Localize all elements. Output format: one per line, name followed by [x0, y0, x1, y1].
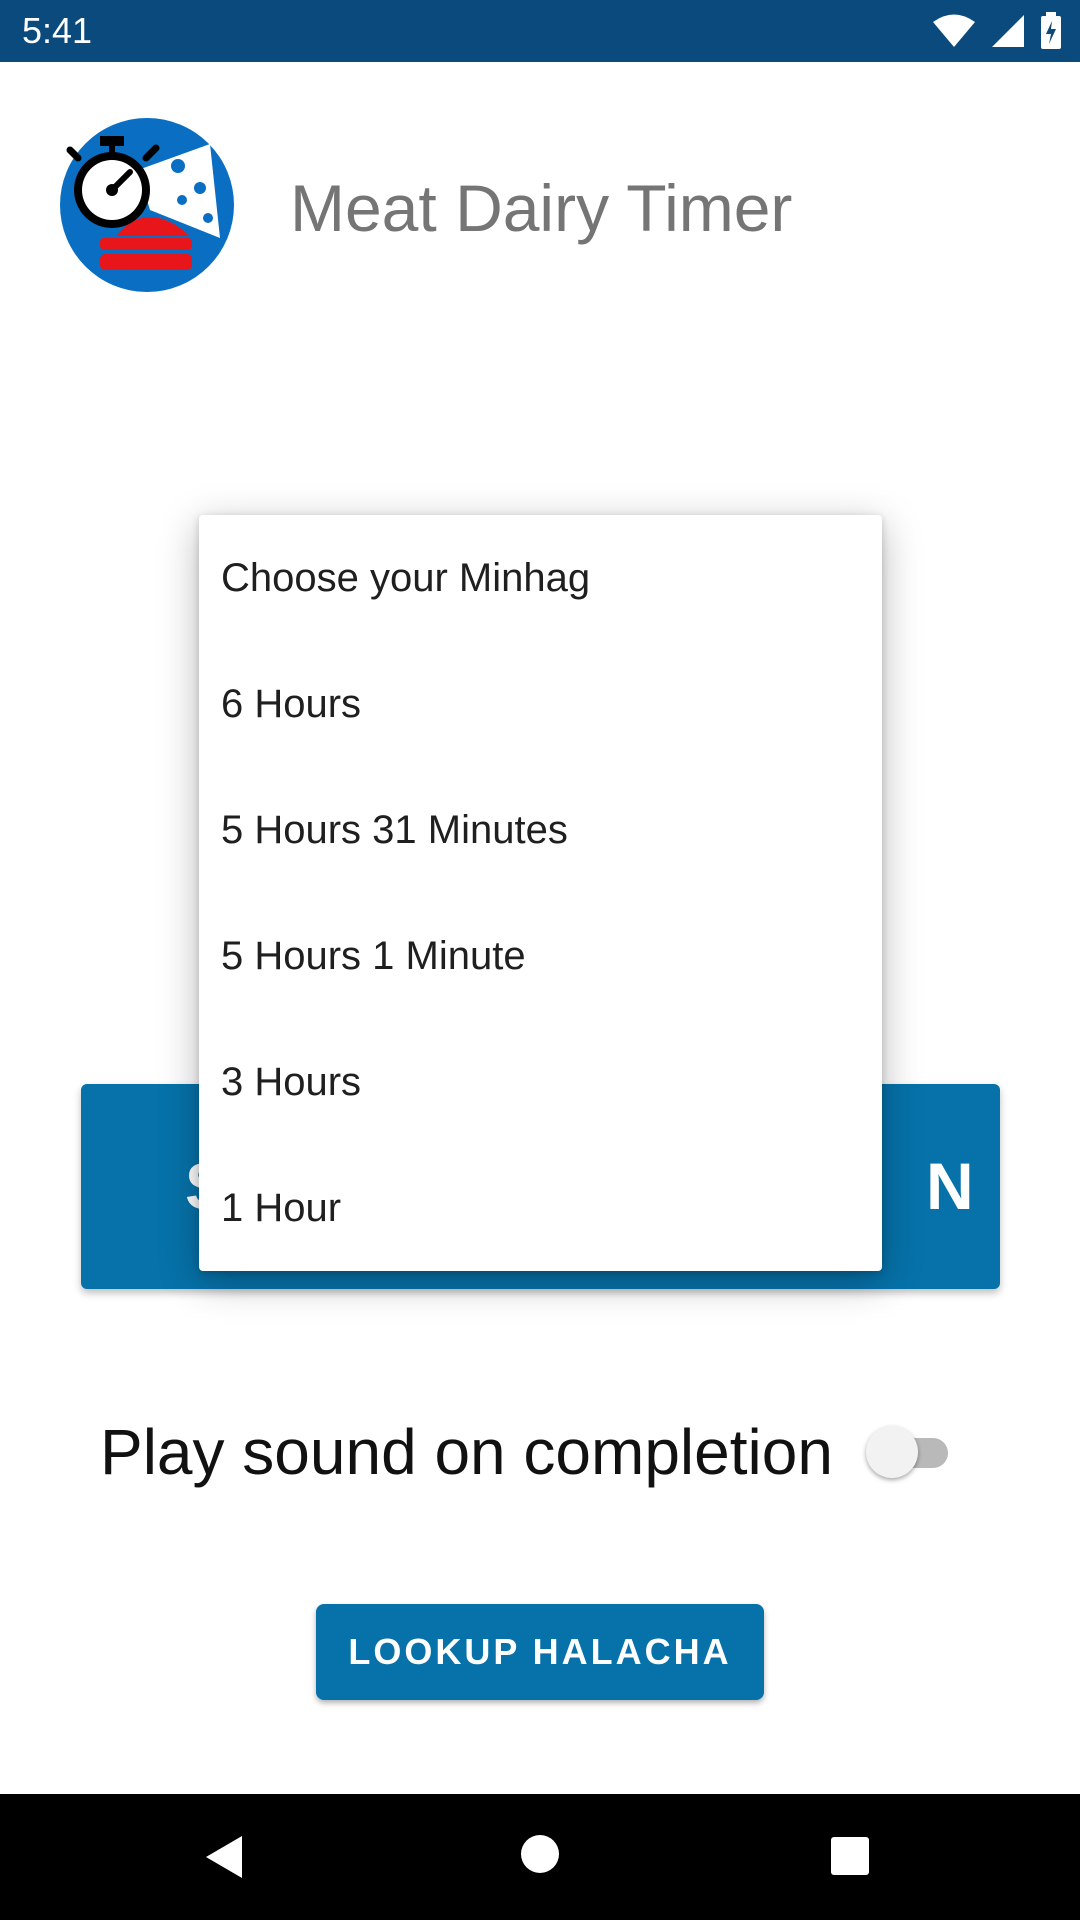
toggle-thumb [866, 1426, 918, 1478]
home-icon[interactable] [520, 1834, 560, 1879]
signal-icon [990, 13, 1026, 49]
battery-charging-icon [1040, 12, 1062, 50]
dropdown-item-5-hours-31-minutes[interactable]: 5 Hours 31 Minutes [221, 767, 872, 893]
app-title: Meat Dairy Timer [290, 171, 793, 245]
status-bar: 5:41 [0, 0, 1080, 62]
back-icon[interactable] [204, 1834, 244, 1885]
dropdown-item-choose-minhag[interactable]: Choose your Minhag [221, 515, 872, 641]
dropdown-item-1-hour[interactable]: 1 Hour [221, 1145, 872, 1271]
screen: 5:41 Meat Dairy Timer N Choose your Minh… [0, 0, 1080, 1920]
lookup-halacha-button[interactable]: LOOKUP HALACHA [316, 1604, 764, 1700]
status-time: 5:41 [22, 10, 93, 51]
stopwatch-meat-cheese-logo-icon [60, 118, 234, 292]
play-sound-toggle[interactable] [866, 1422, 952, 1478]
wifi-icon [932, 13, 976, 49]
dropdown-item-5-hours-1-minute[interactable]: 5 Hours 1 Minute [221, 893, 872, 1019]
navigation-bar [0, 1794, 1080, 1920]
minhag-dropdown-menu: Choose your Minhag 6 Hours 5 Hours 31 Mi… [199, 515, 882, 1271]
play-sound-label: Play sound on completion [100, 1416, 833, 1488]
recents-icon[interactable] [830, 1836, 870, 1881]
start-button-label-visible-end: N [926, 1149, 976, 1223]
status-icons [932, 12, 1062, 50]
dropdown-item-6-hours[interactable]: 6 Hours [221, 641, 872, 767]
dropdown-item-3-hours[interactable]: 3 Hours [221, 1019, 872, 1145]
